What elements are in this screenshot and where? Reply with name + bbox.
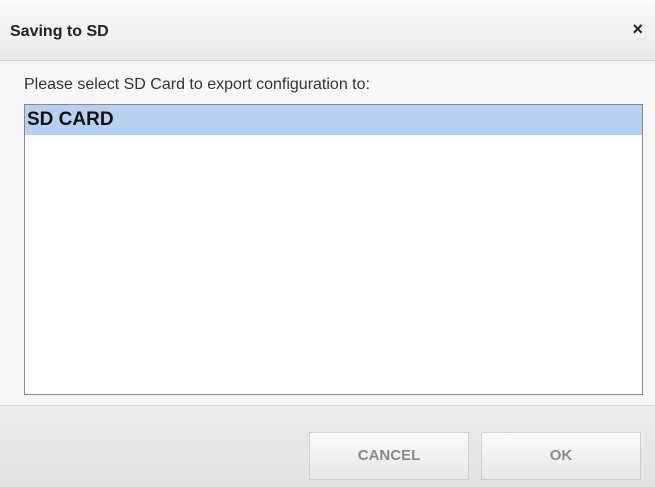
dialog-title: Saving to SD	[10, 23, 109, 40]
save-to-sd-dialog: Saving to SD × Please select SD Card to …	[0, 0, 655, 487]
dialog-footer: CANCEL OK	[0, 405, 655, 487]
prompt-text: Please select SD Card to export configur…	[24, 76, 370, 93]
cancel-button[interactable]: CANCEL	[309, 432, 469, 480]
sd-card-listbox[interactable]: SD CARD	[24, 104, 643, 395]
ok-button[interactable]: OK	[481, 432, 641, 480]
list-item-label: SD CARD	[27, 109, 114, 130]
list-item-sd-card[interactable]: SD CARD	[25, 105, 642, 135]
dialog-body: Please select SD Card to export configur…	[0, 61, 655, 405]
close-icon[interactable]: ×	[632, 20, 643, 38]
dialog-titlebar: Saving to SD ×	[0, 0, 655, 61]
